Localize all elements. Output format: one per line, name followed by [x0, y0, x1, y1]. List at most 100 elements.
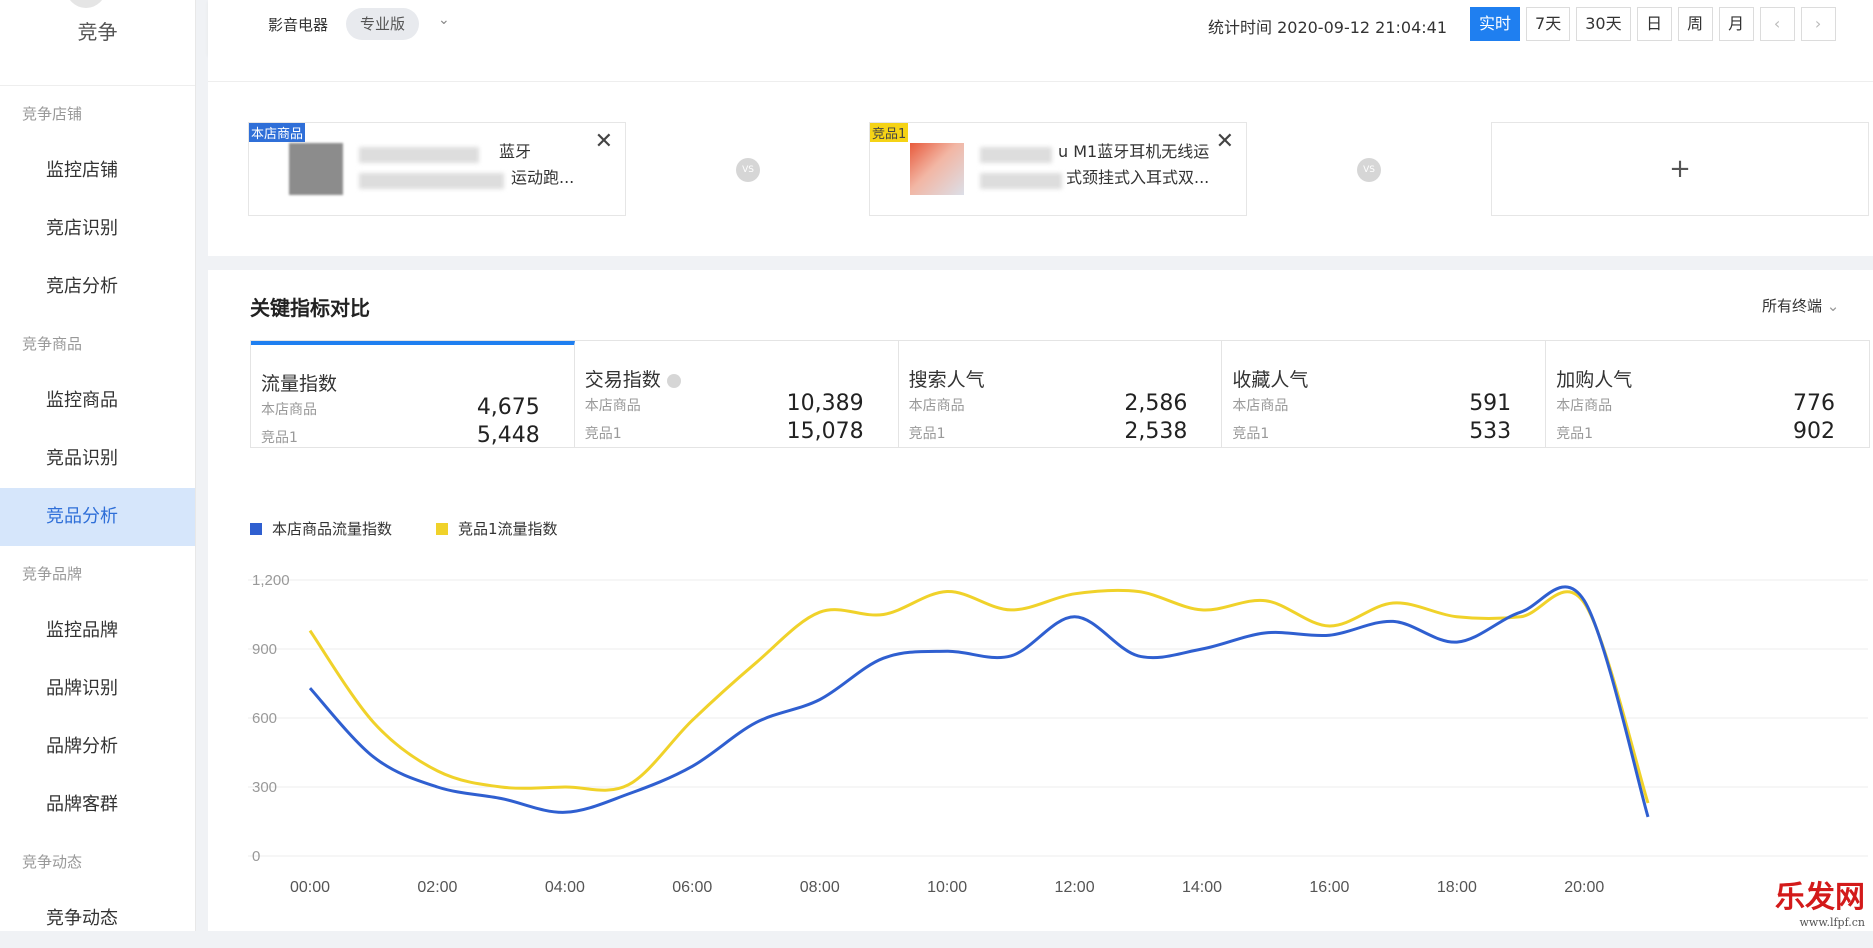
chart-legend: 本店商品流量指数 竞品1流量指数: [250, 518, 558, 539]
series-line-rival: [308, 588, 1650, 804]
y-tick-label: 300: [252, 779, 277, 796]
blurred-text: [980, 173, 1062, 189]
sidebar-title: 竞争: [77, 20, 118, 44]
7-days-button[interactable]: 7天: [1526, 7, 1571, 41]
own-label: 本店商品: [261, 402, 317, 418]
tab-label: 流量指数: [261, 373, 338, 395]
own-value: 10,389: [786, 391, 864, 416]
product-name-line1: 蓝牙: [499, 142, 532, 161]
product-name-line2: 运动跑...: [511, 168, 575, 187]
legend-label: 本店商品流量指数: [272, 520, 393, 538]
rival-value: 5,448: [476, 423, 540, 448]
legend-item-own[interactable]: 本店商品流量指数: [250, 518, 392, 539]
vs-icon: VS: [1357, 158, 1381, 182]
metric-tabs: 流量指数 本店商品 4,675 竞品1 5,448 交易指数 本店商品 10,3…: [250, 340, 1870, 448]
divider: [208, 81, 1873, 82]
watermark-logo: 乐发网 www.lfpf.cn: [1775, 872, 1865, 929]
product-name-line2: 式颈挂式入耳式双...: [1066, 168, 1210, 187]
x-tick-label: 10:00: [927, 879, 967, 896]
x-tick-label: 00:00: [290, 879, 330, 896]
metrics-card: 关键指标对比 所有终端 ⌄ 流量指数 本店商品 4,675 竞品1 5,448 …: [208, 270, 1873, 931]
blurred-text: [980, 147, 1052, 163]
rival-product-card[interactable]: 竞品1 u M1蓝牙耳机无线运 式颈挂式入耳式双... ✕: [869, 122, 1247, 216]
add-product-button[interactable]: +: [1491, 122, 1869, 216]
close-icon[interactable]: ✕: [595, 129, 613, 154]
terminal-filter-label: 所有终端: [1762, 297, 1823, 315]
sidebar-item-product-analysis[interactable]: 竞品分析: [0, 488, 195, 546]
watermark-url: www.lfpf.cn: [1799, 916, 1866, 929]
x-tick-label: 04:00: [545, 879, 585, 896]
vs-icon: VS: [736, 158, 760, 182]
version-badge[interactable]: 专业版: [346, 8, 420, 40]
product-thumbnail: [910, 143, 964, 195]
own-value: 591: [1469, 391, 1512, 416]
day-button[interactable]: 日: [1636, 7, 1672, 41]
legend-label: 竞品1流量指数: [458, 520, 558, 538]
terminal-filter[interactable]: 所有终端 ⌄: [1762, 295, 1839, 316]
rival-value: 2,538: [1124, 419, 1188, 444]
sidebar: 竞争 竞争店铺 监控店铺 竞店识别 竞店分析 竞争商品 监控商品 竞品识别 竞品…: [0, 0, 196, 931]
own-label: 本店商品: [908, 398, 965, 414]
prev-icon[interactable]: ‹: [1759, 7, 1795, 41]
tab-search-popularity[interactable]: 搜索人气 本店商品 2,586 竞品1 2,538: [899, 341, 1223, 447]
logo-icon: [66, 0, 106, 8]
sidebar-item-product-identify[interactable]: 竞品识别: [0, 430, 195, 488]
stat-time: 统计时间 2020-09-12 21:04:41: [1208, 18, 1448, 37]
sidebar-item-dynamics[interactable]: 竞争动态: [0, 890, 195, 948]
blurred-text: [359, 147, 479, 163]
sidebar-item-brand-identify[interactable]: 品牌识别: [0, 660, 195, 718]
tab-transaction-index[interactable]: 交易指数 本店商品 10,389 竞品1 15,078: [575, 341, 899, 447]
tab-cart-popularity[interactable]: 加购人气 本店商品 776 竞品1 902: [1546, 341, 1869, 447]
x-tick-label: 14:00: [1182, 879, 1222, 896]
own-label: 本店商品: [1556, 398, 1613, 414]
compare-card: 本店商品 蓝牙 运动跑... ✕ VS 竞品1 u M1蓝牙耳机无线运 式颈挂式…: [208, 54, 1873, 256]
tab-label: 收藏人气: [1232, 369, 1309, 391]
rival-value: 533: [1469, 419, 1512, 444]
tab-label: 交易指数: [585, 365, 681, 392]
tab-traffic-index[interactable]: 流量指数 本店商品 4,675 竞品1 5,448: [251, 341, 575, 448]
30-days-button[interactable]: 30天: [1576, 7, 1631, 41]
legend-item-rival[interactable]: 竞品1流量指数: [436, 518, 558, 539]
sidebar-item-brand-audience[interactable]: 品牌客群: [0, 776, 195, 834]
month-button[interactable]: 月: [1718, 7, 1754, 41]
blurred-text: [359, 173, 504, 189]
rival-label: 竞品1: [584, 426, 622, 442]
rival-product-tag: 竞品1: [870, 123, 909, 142]
rival-label: 竞品1: [1556, 426, 1594, 442]
x-tick-label: 12:00: [1055, 879, 1095, 896]
own-value: 4,675: [476, 395, 540, 420]
x-tick-label: 02:00: [417, 879, 457, 896]
tab-label: 搜索人气: [908, 369, 985, 391]
own-label: 本店商品: [1232, 398, 1289, 414]
rival-label: 竞品1: [908, 426, 946, 442]
traffic-line-chart: 0 300 600 900 1,200 00:00 02:00 04:00 06:00 08:00…: [248, 572, 1868, 896]
top-bar: 影音电器 专业版 ⌄ 统计时间 2020-09-12 21:04:41 实时 7…: [208, 0, 1873, 54]
sidebar-item-monitor-shops[interactable]: 监控店铺: [0, 142, 195, 200]
own-product-card[interactable]: 本店商品 蓝牙 运动跑... ✕: [248, 122, 626, 216]
week-button[interactable]: 周: [1677, 7, 1713, 41]
sidebar-group-label: 竞争店铺: [22, 105, 83, 123]
chevron-down-icon[interactable]: ⌄: [438, 12, 450, 28]
y-tick-label: 900: [252, 641, 277, 658]
legend-swatch: [436, 523, 449, 535]
tab-label-text: 交易指数: [584, 369, 661, 391]
info-icon[interactable]: [666, 373, 681, 388]
realtime-button[interactable]: 实时: [1470, 7, 1521, 41]
rival-label: 竞品1: [261, 430, 298, 446]
sidebar-item-shop-analysis[interactable]: 竞店分析: [0, 258, 195, 316]
sidebar-item-brand-analysis[interactable]: 品牌分析: [0, 718, 195, 776]
next-icon[interactable]: ›: [1800, 7, 1836, 41]
legend-swatch: [250, 523, 262, 535]
sidebar-item-monitor-brands[interactable]: 监控品牌: [0, 602, 195, 660]
sidebar-item-monitor-products[interactable]: 监控商品: [0, 372, 195, 430]
y-tick-label: 1,200: [252, 572, 290, 589]
x-tick-label: 06:00: [672, 879, 712, 896]
rival-label: 竞品1: [1232, 426, 1270, 442]
category-label[interactable]: 影音电器: [268, 14, 328, 35]
sidebar-group-label: 竞争商品: [22, 335, 83, 353]
sidebar-item-shop-identify[interactable]: 竞店识别: [0, 200, 195, 258]
close-icon[interactable]: ✕: [1216, 129, 1234, 154]
x-tick-label: 16:00: [1309, 879, 1349, 896]
tab-favorite-popularity[interactable]: 收藏人气 本店商品 591 竞品1 533: [1222, 341, 1547, 447]
own-product-tag: 本店商品: [249, 123, 306, 142]
